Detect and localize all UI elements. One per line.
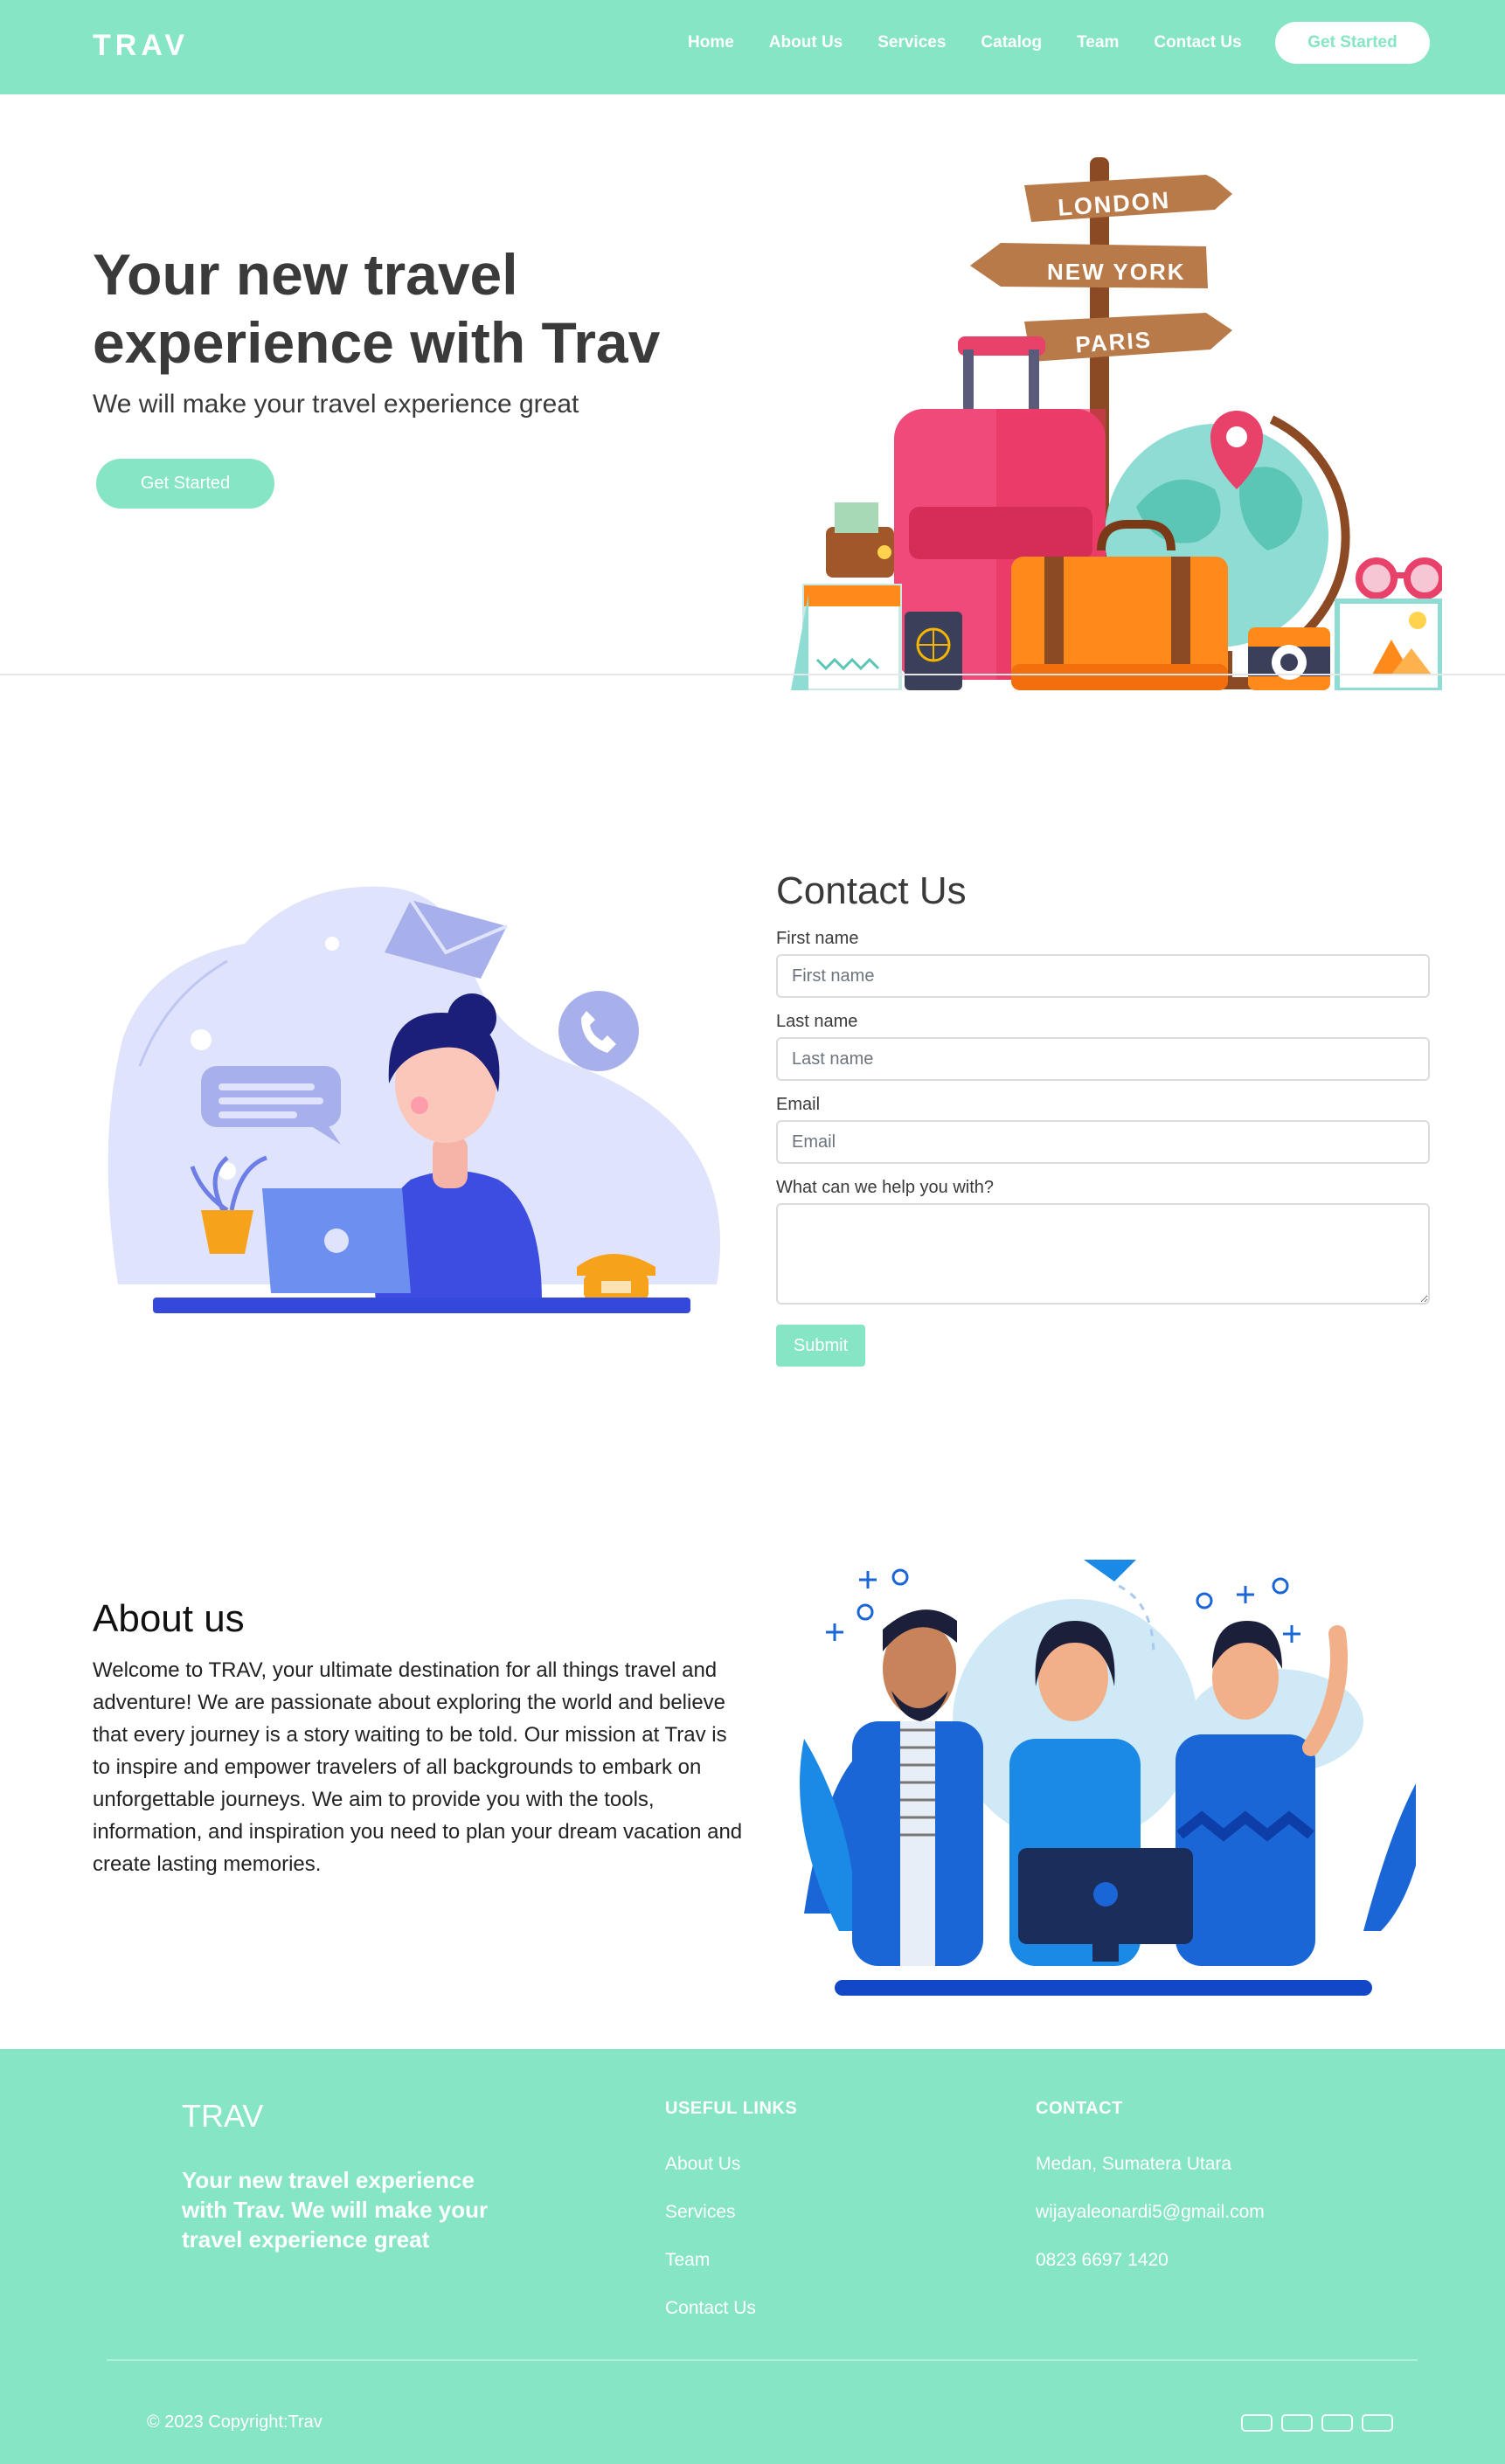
footer-link-contact-us[interactable]: Contact Us <box>665 2298 756 2319</box>
get-started-hero-button[interactable]: Get Started <box>96 459 274 509</box>
footer-brand: TRAV <box>182 2098 264 2134</box>
message-textarea[interactable] <box>776 1203 1430 1305</box>
navbar: TRAV Home About Us Services Catalog Team… <box>0 0 1505 94</box>
social-button-2[interactable] <box>1281 2414 1313 2432</box>
telephone-icon <box>577 1254 655 1300</box>
contact-title: Contact Us <box>776 869 967 912</box>
desk <box>153 1298 690 1313</box>
footer-divider <box>107 2359 1418 2361</box>
nav-link-catalog[interactable]: Catalog <box>981 33 1042 52</box>
team-illustration <box>800 1560 1416 1996</box>
get-started-nav-button[interactable]: Get Started <box>1275 22 1430 64</box>
footer-address: Medan, Sumatera Utara <box>1036 2154 1232 2174</box>
nav-link-about-us[interactable]: About Us <box>769 33 843 52</box>
social-button-3[interactable] <box>1321 2414 1353 2432</box>
sign-new-york-label: NEW YORK <box>1047 259 1186 285</box>
useful-links-heading: USEFUL LINKS <box>665 2099 798 2118</box>
paper-plane-icon <box>1084 1560 1136 1582</box>
social-button-4[interactable] <box>1362 2414 1393 2432</box>
person-left-figure <box>852 1609 983 1966</box>
email-label: Email <box>776 1095 821 1114</box>
laptop-icon <box>262 1188 411 1293</box>
customer-support-illustration <box>108 886 721 1313</box>
contact-heading: CONTACT <box>1036 2099 1123 2118</box>
nav-link-team[interactable]: Team <box>1077 33 1119 52</box>
person-right-figure <box>1176 1621 1348 1966</box>
brand-logo[interactable]: TRAV <box>93 29 189 63</box>
first-name-field[interactable] <box>776 954 1430 998</box>
about-title: About us <box>93 1597 245 1640</box>
footer-tagline: Your new travel experience with Trav. We… <box>182 2167 489 2253</box>
message-label: What can we help you with? <box>776 1178 995 1197</box>
hero-title: Your new travel experience with Trav <box>93 242 661 375</box>
copyright: © 2023 Copyright:Trav <box>147 2412 322 2432</box>
footer-phone: 0823 6697 1420 <box>1036 2250 1169 2270</box>
footer-link-team[interactable]: Team <box>665 2250 710 2271</box>
email-field[interactable] <box>776 1120 1430 1164</box>
travel-illustration: LONDON NEW YORK PARIS <box>791 157 1442 690</box>
hero-divider <box>0 674 1505 675</box>
sunglasses-icon <box>1356 557 1398 599</box>
nav-links: Home About Us Services Catalog Team Cont… <box>688 33 1277 52</box>
footer: TRAV Your new travel experience with Tra… <box>0 2049 1505 2464</box>
footer-link-services[interactable]: Services <box>665 2202 736 2223</box>
first-name-label: First name <box>776 929 859 948</box>
nav-link-services[interactable]: Services <box>877 33 946 52</box>
social-button-1[interactable] <box>1241 2414 1273 2432</box>
nav-link-home[interactable]: Home <box>688 33 734 52</box>
hero-subtitle: We will make your travel experience grea… <box>93 390 579 419</box>
last-name-field[interactable] <box>776 1037 1430 1081</box>
footer-email[interactable]: wijayaleonardi5@gmail.com <box>1036 2202 1265 2223</box>
phone-bubble-icon <box>558 991 639 1071</box>
sign-paris-label: PARIS <box>1074 326 1152 357</box>
submit-button[interactable]: Submit <box>776 1325 865 1367</box>
floor-bar <box>835 1980 1372 1996</box>
footer-link-about-us[interactable]: About Us <box>665 2154 740 2175</box>
nav-link-contact-us[interactable]: Contact Us <box>1154 33 1241 52</box>
last-name-label: Last name <box>776 1012 858 1031</box>
about-text: Welcome to TRAV, your ultimate destinati… <box>93 1658 743 1876</box>
social-links <box>1241 2414 1393 2432</box>
